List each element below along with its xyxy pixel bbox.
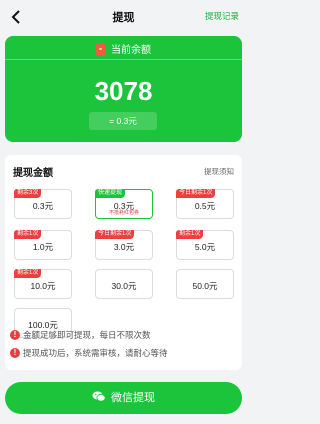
balance-amount: 3078 [94, 76, 153, 106]
amount-option[interactable]: 剩余1次 5.0元 [176, 230, 234, 260]
tip-item: ! 提现成功后，系统需审核，请耐心等待 [10, 347, 240, 365]
alert-icon: ! [10, 348, 20, 358]
tips-list: ! 金额足够即可提现，每日不限次数 ! 提现成功后，系统需审核，请耐心等待 [10, 329, 240, 365]
top-bar: 提现 提现记录 [0, 0, 247, 34]
option-tag: 剩余1次 [176, 230, 204, 239]
amount-option[interactable]: 剩余1次 1.0元 [14, 230, 72, 260]
amount-option[interactable]: 今日剩余1次 3.0元 [95, 230, 153, 260]
option-value: 1.0元 [32, 242, 54, 252]
amount-option[interactable]: 剩余1次 10.0元 [14, 269, 72, 299]
tip-item: ! 金额足够即可提现，每日不限次数 [10, 329, 240, 347]
withdraw-records-link[interactable]: 提现记录 [205, 10, 239, 22]
alert-icon: ! [10, 330, 20, 340]
balance-rmb-equivalent: = 0.3元 [89, 112, 157, 130]
option-tag: 快速提现 [95, 189, 126, 198]
option-value: 5.0元 [194, 242, 216, 252]
option-tag: 今日剩余1次 [176, 189, 216, 198]
section-title: 提现金额 [13, 168, 53, 179]
option-value: 3.0元 [113, 242, 135, 252]
wechat-withdraw-label: 微信提现 [111, 392, 155, 404]
amount-option[interactable]: 剩余3次 0.3元 [14, 189, 72, 219]
amount-option[interactable]: 快速提现 0.3元 不抵耗红包券 [95, 189, 153, 219]
option-subtext: 不抵耗红包券 [108, 210, 139, 216]
amount-option[interactable]: 30.0元 [95, 269, 153, 299]
option-value: 10.0元 [30, 281, 56, 291]
option-tag: 今日剩余1次 [95, 230, 135, 239]
option-value: 0.3元 [32, 201, 54, 211]
option-value: 30.0元 [111, 281, 137, 291]
option-tag: 剩余1次 [14, 269, 42, 278]
amount-option[interactable]: 50.0元 [176, 269, 234, 299]
option-tag: 剩余1次 [14, 230, 42, 239]
option-tag: 剩余3次 [14, 189, 42, 198]
option-value: 0.5元 [194, 201, 216, 211]
wechat-icon [92, 391, 106, 402]
wechat-withdraw-button[interactable]: 微信提现 [5, 382, 242, 414]
amount-option[interactable]: 今日剩余1次 0.5元 [176, 189, 234, 219]
option-value: 50.0元 [192, 281, 218, 291]
withdraw-notice-link[interactable]: 提现须知 [204, 166, 234, 177]
tip-text: 提现成功后，系统需审核，请耐心等待 [23, 348, 168, 358]
balance-header: 当前余额 [5, 41, 242, 56]
red-envelope-icon [96, 43, 105, 55]
balance-label: 当前余额 [111, 45, 151, 56]
tip-text: 金额足够即可提现，每日不限次数 [23, 330, 151, 340]
divider [5, 59, 242, 60]
